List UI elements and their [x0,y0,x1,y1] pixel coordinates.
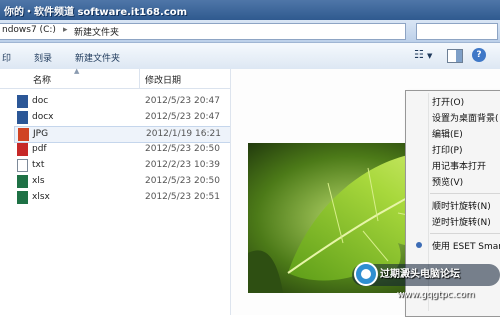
menu-item-open-with-notepad[interactable]: 用记事本打开 [432,159,486,172]
file-row[interactable]: doc 2012/5/23 20:47 [14,94,230,109]
file-row[interactable]: JPG 2012/1/19 16:21 [14,126,232,143]
menu-item-open[interactable]: 打开(O) [432,95,464,108]
file-date: 2012/2/23 10:39 [145,160,220,170]
menu-item-print[interactable]: 打印(P) [432,143,462,156]
new-folder-button[interactable]: 新建文件夹 [75,51,120,64]
menu-item-set-desktop-background[interactable]: 设置为桌面背景( [432,111,499,124]
forum-logo-name: 过期澱头电脑论坛 [380,269,460,280]
column-header-name[interactable]: 名称 [33,73,51,86]
menu-item-rotate-clockwise[interactable]: 顺时针旋转(N) [432,199,491,212]
print-button[interactable]: 印 [2,51,11,64]
preview-pane-icon[interactable] [447,49,463,63]
pdf-file-icon [17,143,28,156]
forum-site-url: www.gqgtpc.com [397,290,475,300]
breadcrumb-separator-icon[interactable]: ▸ [63,25,68,35]
address-field[interactable]: ndows7 (C:) ▸ 新建文件夹 [0,23,406,40]
burn-button[interactable]: 刻录 [34,51,52,64]
file-name[interactable]: txt [32,160,44,170]
command-toolbar: 印 刻录 新建文件夹 ☷ ▼ ? [0,43,500,70]
file-row[interactable]: docx 2012/5/23 20:47 [14,110,230,125]
help-icon[interactable]: ? [472,48,486,62]
menu-separator [430,193,500,194]
breadcrumb-drive[interactable]: ndows7 (C:) [2,25,56,35]
image-file-icon [18,128,29,141]
column-divider[interactable] [139,69,140,88]
file-name[interactable]: doc [32,96,48,106]
file-name[interactable]: pdf [32,144,47,154]
column-header-row: ▲ 名称 修改日期 [0,67,230,89]
file-row[interactable]: pdf 2012/5/23 20:50 [14,142,230,157]
menu-item-rotate-counterclockwise[interactable]: 逆时针旋转(N) [432,215,491,228]
file-name[interactable]: xlsx [32,192,50,202]
file-date: 2012/1/19 16:21 [146,129,221,139]
word-file-icon [17,111,28,124]
excel-file-icon [17,175,28,188]
word-file-icon [17,95,28,108]
view-icon[interactable]: ☷ [414,48,424,61]
sort-up-icon: ▲ [74,67,80,75]
file-date: 2012/5/23 20:51 [145,192,220,202]
file-name[interactable]: JPG [33,129,48,139]
file-name[interactable]: docx [32,112,54,122]
excel-file-icon [17,191,28,204]
view-options-chevron-icon[interactable]: ▼ [427,52,432,60]
search-input[interactable] [416,23,498,40]
watermark-text: 你的・软件频道 software.it168.com [4,7,188,18]
eset-shield-icon [416,242,422,248]
text-file-icon [17,159,28,172]
menu-item-edit[interactable]: 编辑(E) [432,127,463,140]
column-header-date[interactable]: 修改日期 [145,73,181,86]
breadcrumb-folder[interactable]: 新建文件夹 [74,25,119,38]
window-titlebar: 你的・软件频道 software.it168.com [0,0,500,20]
file-date: 2012/5/23 20:47 [145,96,220,106]
file-row[interactable]: xls 2012/5/23 20:50 [14,174,230,189]
file-date: 2012/5/23 20:47 [145,112,220,122]
menu-separator [430,233,500,234]
file-date: 2012/5/23 20:50 [145,144,220,154]
menu-item-preview[interactable]: 预览(V) [432,175,463,188]
file-row[interactable]: txt 2012/2/23 10:39 [14,158,230,173]
file-name[interactable]: xls [32,176,45,186]
address-bar-area: ndows7 (C:) ▸ 新建文件夹 [0,20,500,43]
menu-item-eset-smart[interactable]: 使用 ESET Smart [432,239,500,252]
file-row[interactable]: xlsx 2012/5/23 20:51 [14,190,230,205]
file-date: 2012/5/23 20:50 [145,176,220,186]
